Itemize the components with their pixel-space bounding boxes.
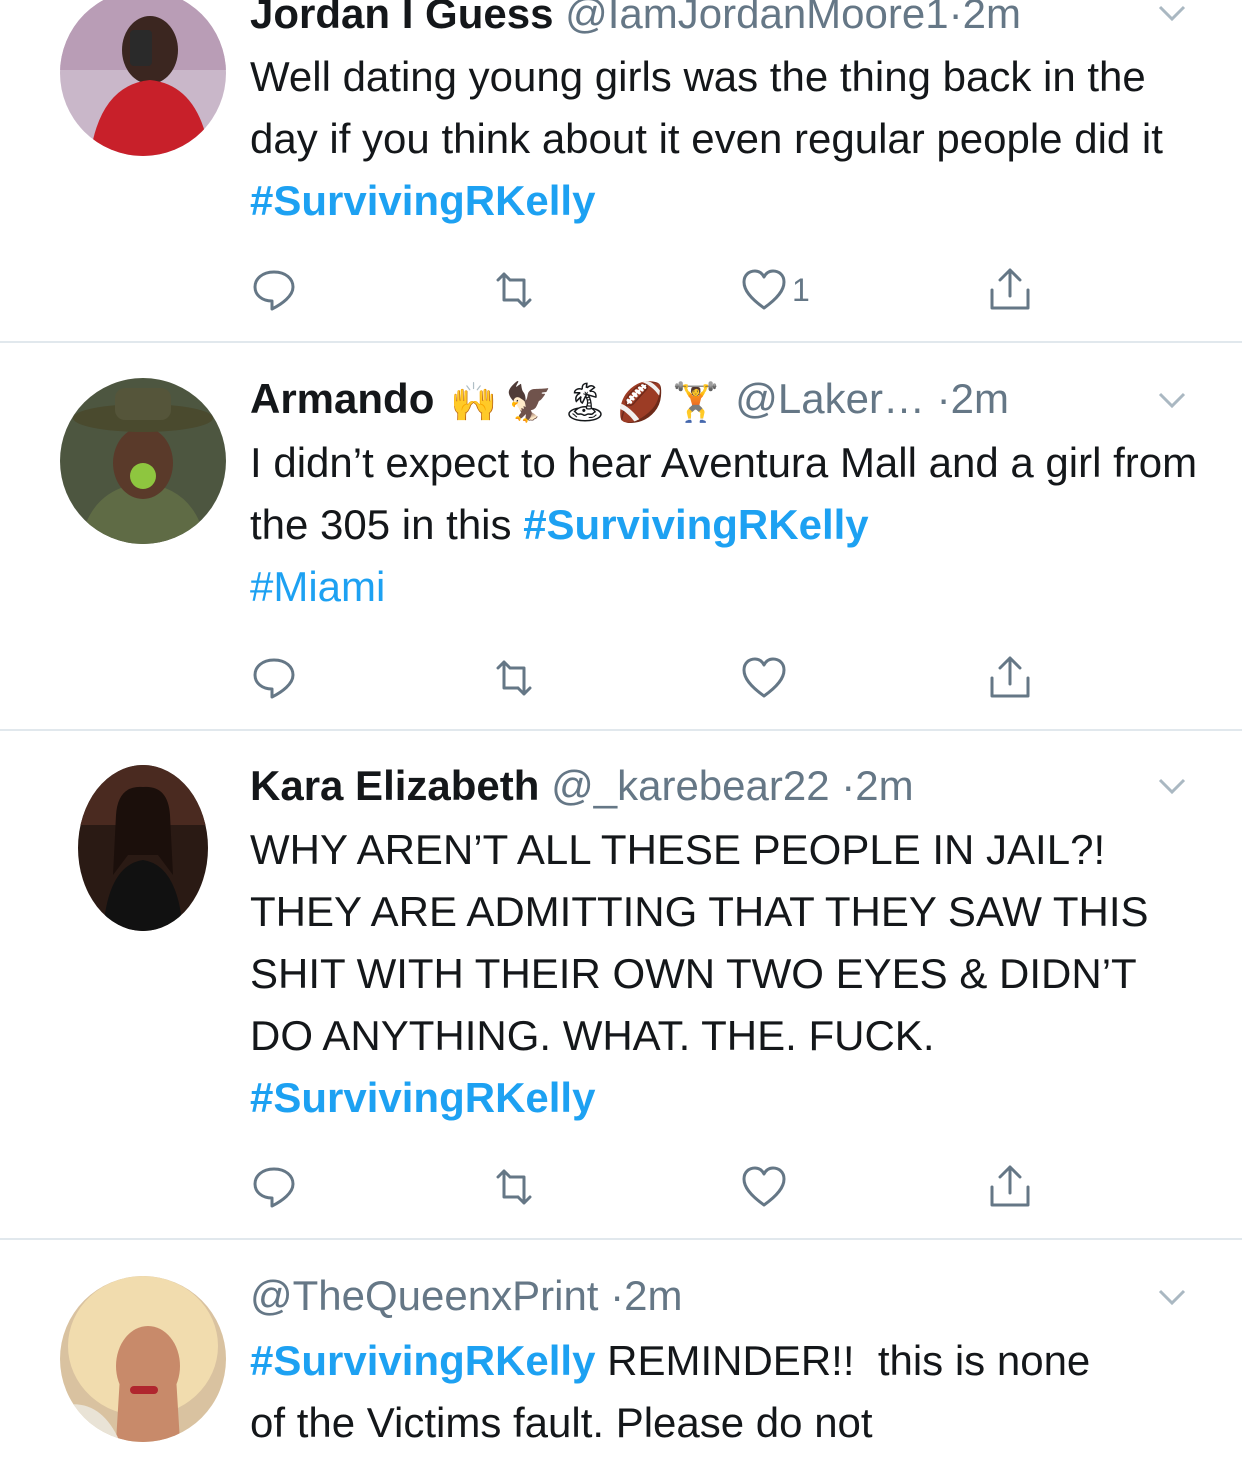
tweet[interactable]: Kara Elizabeth @_karebear22 ·2m WHY AREN… bbox=[0, 731, 1242, 1238]
user-handle[interactable]: @Laker… bbox=[735, 375, 925, 422]
display-name[interactable]: Kara Elizabeth bbox=[250, 762, 539, 809]
separator-dot: · bbox=[936, 375, 951, 422]
reply-button[interactable] bbox=[250, 648, 298, 708]
chevron-down-icon[interactable] bbox=[1158, 4, 1186, 22]
hashtag-link[interactable]: #SurvivingRKelly bbox=[250, 1074, 595, 1121]
avatar-image bbox=[60, 0, 226, 156]
share-button[interactable] bbox=[986, 648, 1034, 708]
hashtag-link[interactable]: #SurvivingRKelly bbox=[250, 1337, 595, 1384]
retweet-icon bbox=[496, 1169, 532, 1205]
tweet-text-segment: WHY AREN’T ALL THESE PEOPLE IN JAIL?! TH… bbox=[250, 826, 1149, 1059]
tweet[interactable]: Jordan I Guess @IamJordanMoore1·2m Well … bbox=[0, 0, 1242, 342]
reply-icon bbox=[253, 1167, 295, 1208]
tweet-text: Well dating young girls was the thing ba… bbox=[250, 46, 1190, 232]
like-button[interactable] bbox=[740, 1157, 792, 1217]
separator-dot: · bbox=[948, 0, 963, 37]
share-button[interactable] bbox=[986, 1157, 1034, 1217]
user-handle[interactable]: @TheQueenxPrint bbox=[250, 1272, 598, 1319]
avatar[interactable] bbox=[60, 0, 226, 156]
tweet[interactable]: Armando 🙌 🦅 🏝 🏈 🏋 @Laker… ·2m I didn’t expec… bbox=[0, 343, 1242, 729]
share-icon bbox=[990, 656, 1030, 698]
share-button[interactable] bbox=[986, 260, 1034, 320]
hashtag-link[interactable]: #SurvivingRKelly bbox=[523, 501, 868, 548]
tweet-text-segment: Well dating young girls was the thing ba… bbox=[250, 53, 1163, 162]
avatar-image bbox=[60, 378, 226, 544]
timestamp[interactable]: 2m bbox=[951, 375, 1009, 422]
emoji-raising-hands: 🙌 bbox=[450, 382, 498, 424]
reply-icon bbox=[253, 270, 295, 311]
tweet-header: @TheQueenxPrint ·2m bbox=[250, 1266, 1170, 1326]
tweet-text: WHY AREN’T ALL THESE PEOPLE IN JAIL?! TH… bbox=[250, 819, 1170, 1129]
timestamp[interactable]: 2m bbox=[963, 0, 1021, 37]
retweet-button[interactable] bbox=[490, 260, 538, 320]
like-button[interactable] bbox=[740, 648, 792, 708]
tweet-header: Armando 🙌 🦅 🏝 🏈 🏋 @Laker… ·2m bbox=[250, 369, 1170, 429]
avatar-image bbox=[78, 765, 208, 931]
display-name[interactable]: Armando bbox=[250, 375, 434, 422]
avatar[interactable] bbox=[60, 378, 226, 544]
share-icon bbox=[990, 268, 1030, 310]
emoji-football: 🏈 bbox=[616, 382, 665, 424]
avatar[interactable] bbox=[60, 1276, 226, 1442]
avatar-image bbox=[60, 1276, 226, 1442]
separator-dot: · bbox=[610, 1272, 625, 1319]
retweet-button[interactable] bbox=[490, 648, 538, 708]
user-handle[interactable]: @_karebear22 bbox=[551, 762, 829, 809]
tweet-header: Kara Elizabeth @_karebear22 ·2m bbox=[250, 756, 1170, 816]
retweet-icon bbox=[496, 660, 532, 696]
share-icon bbox=[990, 1165, 1030, 1207]
timestamp[interactable]: 2m bbox=[624, 1272, 682, 1319]
tweet[interactable]: @TheQueenxPrint ·2m #SurvivingRKelly REM… bbox=[0, 1240, 1242, 1465]
action-bar bbox=[250, 648, 1050, 708]
user-handle[interactable]: @IamJordanMoore1 bbox=[565, 0, 948, 37]
heart-icon bbox=[742, 269, 786, 310]
reply-icon bbox=[253, 658, 295, 699]
tweet-text: I didn’t expect to hear Aventura Mall an… bbox=[250, 432, 1210, 618]
reply-button[interactable] bbox=[250, 260, 298, 320]
retweet-button[interactable] bbox=[490, 1157, 538, 1217]
like-count: 1 bbox=[792, 271, 810, 308]
separator-dot: · bbox=[841, 762, 856, 809]
retweet-icon bbox=[496, 272, 532, 308]
heart-icon bbox=[742, 657, 786, 698]
like-button[interactable]: 1 bbox=[740, 260, 810, 320]
chevron-down-icon[interactable] bbox=[1158, 1288, 1186, 1306]
timestamp[interactable]: 2m bbox=[855, 762, 913, 809]
chevron-down-icon[interactable] bbox=[1158, 777, 1186, 795]
display-name[interactable]: Jordan I Guess bbox=[250, 0, 553, 37]
emoji-island: 🏝 bbox=[560, 382, 609, 424]
tweet-header: Jordan I Guess @IamJordanMoore1·2m bbox=[250, 0, 1170, 44]
action-bar bbox=[250, 1157, 1050, 1217]
hashtag-link[interactable]: #SurvivingRKelly bbox=[250, 177, 595, 224]
emoji-weightlifter: 🏋 bbox=[672, 382, 720, 424]
reply-button[interactable] bbox=[250, 1157, 298, 1217]
hashtag-link[interactable]: #Miami bbox=[250, 563, 385, 610]
tweet-text: #SurvivingRKelly REMINDER!! this is none… bbox=[250, 1330, 1130, 1454]
avatar[interactable] bbox=[78, 765, 208, 931]
heart-icon bbox=[742, 1166, 786, 1207]
chevron-down-icon[interactable] bbox=[1158, 391, 1186, 409]
action-bar: 1 bbox=[250, 260, 1050, 320]
emoji-eagle: 🦅 bbox=[505, 382, 553, 424]
